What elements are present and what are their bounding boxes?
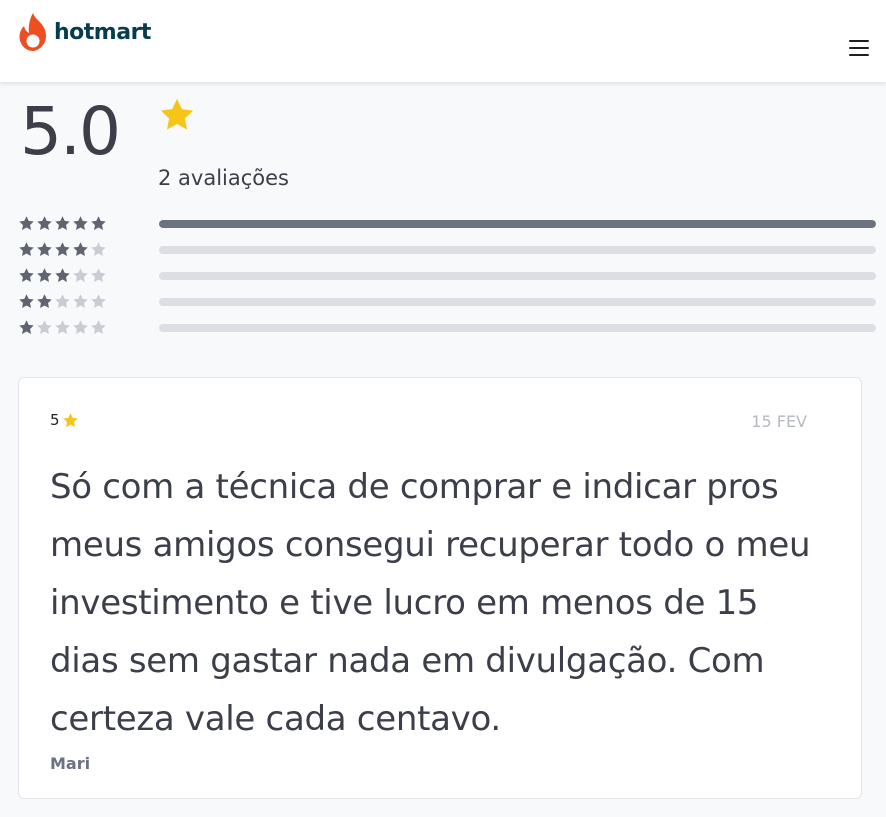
rating-bar-track <box>159 272 876 280</box>
star-icon <box>73 294 88 309</box>
star-icon <box>91 320 106 335</box>
rating-row-3 <box>18 267 876 285</box>
star-icon <box>91 242 106 257</box>
star-icon <box>55 320 70 335</box>
stars-5 <box>18 215 107 232</box>
star-icon <box>62 412 78 427</box>
flame-icon <box>19 13 46 51</box>
rating-row-5 <box>18 215 876 233</box>
star-icon <box>19 268 34 283</box>
hamburger-menu-icon[interactable] <box>849 40 869 57</box>
stars-2 <box>18 293 107 310</box>
review-count: 2 avaliações <box>158 166 289 190</box>
star-icon <box>19 242 34 257</box>
review-rating: 5 <box>50 411 79 429</box>
star-icon <box>19 294 34 309</box>
rating-bar-fill <box>159 220 876 228</box>
stars-4 <box>18 241 107 258</box>
star-icon <box>160 98 194 130</box>
brand-name: hotmart <box>54 19 151 45</box>
star-icon <box>37 294 52 309</box>
star-icon <box>73 216 88 231</box>
rating-row-1 <box>18 319 876 337</box>
rating-bar-track <box>159 298 876 306</box>
review-text: Só com a técnica de comprar e indicar pr… <box>50 467 811 739</box>
hotmart-logo[interactable]: hotmart <box>18 12 151 52</box>
star-icon <box>91 294 106 309</box>
review-card: 5 15 FEV Só com a técnica de comprar e i… <box>18 377 862 799</box>
rating-bar-track <box>159 246 876 254</box>
star-icon <box>73 242 88 257</box>
star-icon <box>91 216 106 231</box>
star-icon <box>55 294 70 309</box>
rating-bar-track <box>159 324 876 332</box>
rating-row-4 <box>18 241 876 259</box>
star-icon <box>55 216 70 231</box>
star-icon <box>37 216 52 231</box>
star-icon <box>19 216 34 231</box>
star-icon <box>37 242 52 257</box>
star-icon <box>19 320 34 335</box>
star-icon <box>37 320 52 335</box>
review-rating-value: 5 <box>50 411 60 429</box>
top-header: hotmart <box>0 0 886 82</box>
star-icon <box>55 242 70 257</box>
star-icon <box>37 268 52 283</box>
star-icon <box>91 268 106 283</box>
review-author: Mari <box>50 754 91 773</box>
average-score: 5.0 <box>20 93 121 170</box>
star-icon <box>73 320 88 335</box>
star-icon <box>55 268 70 283</box>
rating-bar-track <box>159 220 876 228</box>
rating-row-2 <box>18 293 876 311</box>
star-icon <box>73 268 88 283</box>
stars-3 <box>18 267 107 284</box>
stars-1 <box>18 319 107 336</box>
review-date: 15 FEV <box>751 412 807 431</box>
